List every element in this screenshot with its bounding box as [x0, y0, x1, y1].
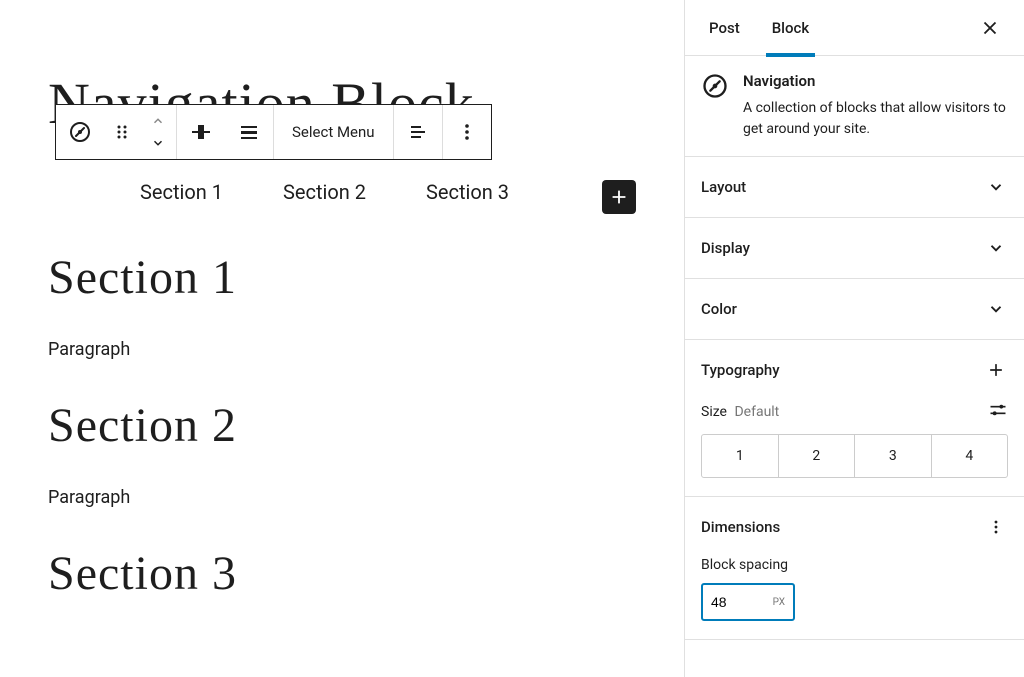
list-view-button[interactable] — [394, 105, 442, 159]
panel-title: Display — [701, 239, 750, 257]
chevron-down-icon — [984, 297, 1008, 321]
close-sidebar-button[interactable] — [970, 8, 1010, 48]
more-options-button[interactable] — [443, 105, 491, 159]
settings-slider-icon[interactable] — [988, 400, 1008, 424]
block-type-icon[interactable] — [56, 105, 104, 159]
paragraph-block[interactable]: Paragraph — [48, 487, 237, 508]
size-default-value: Default — [734, 404, 779, 420]
block-toolbar: Select Menu — [55, 104, 492, 160]
block-spacing-input-wrap[interactable]: PX — [701, 583, 795, 621]
align-button[interactable] — [177, 105, 225, 159]
drag-handle-icon[interactable] — [104, 105, 140, 159]
navigation-block[interactable]: Section 1 Section 2 Section 3 — [48, 180, 509, 204]
panel-title: Dimensions — [701, 518, 780, 536]
size-option[interactable]: 1 — [702, 435, 779, 477]
panel-typography[interactable]: Typography — [685, 340, 1024, 400]
tab-post[interactable]: Post — [693, 0, 756, 56]
chevron-down-icon — [984, 236, 1008, 260]
select-menu-button[interactable]: Select Menu — [274, 105, 393, 159]
unit-label[interactable]: PX — [773, 597, 785, 608]
paragraph-block[interactable]: Paragraph — [48, 339, 237, 360]
block-info-description: A collection of blocks that allow visito… — [743, 98, 1008, 140]
move-up-button[interactable] — [140, 110, 176, 132]
section-heading[interactable]: Section 1 — [48, 250, 237, 305]
navigation-icon — [701, 72, 729, 100]
sidebar-tabs: Post Block — [685, 0, 1024, 56]
panel-display[interactable]: Display — [685, 218, 1024, 278]
size-option[interactable]: 2 — [779, 435, 856, 477]
page-content: Section 1 Paragraph Section 2 Paragraph … — [48, 240, 237, 635]
section-heading[interactable]: Section 2 — [48, 398, 237, 453]
block-spacing-input[interactable] — [711, 594, 755, 610]
size-option-group: 1 2 3 4 — [701, 434, 1008, 478]
block-info-title: Navigation — [743, 72, 1008, 90]
size-option[interactable]: 3 — [855, 435, 932, 477]
block-spacing-label: Block spacing — [701, 557, 1008, 573]
add-block-button[interactable] — [602, 180, 636, 214]
block-info-panel: Navigation A collection of blocks that a… — [685, 56, 1024, 157]
chevron-down-icon — [984, 175, 1008, 199]
settings-sidebar: Post Block Navigation A collection of bl… — [684, 0, 1024, 677]
panel-title: Typography — [701, 361, 780, 379]
nav-link[interactable]: Section 1 — [140, 180, 223, 204]
nav-link[interactable]: Section 3 — [426, 180, 509, 204]
panel-title: Color — [701, 300, 737, 318]
size-option[interactable]: 4 — [932, 435, 1008, 477]
editor-canvas: Navigation Block — [0, 0, 684, 677]
move-down-button[interactable] — [140, 132, 176, 154]
plus-icon[interactable] — [984, 358, 1008, 382]
justify-button[interactable] — [225, 105, 273, 159]
section-heading[interactable]: Section 3 — [48, 546, 237, 601]
panel-color[interactable]: Color — [685, 279, 1024, 339]
panel-title: Layout — [701, 178, 746, 196]
panel-layout[interactable]: Layout — [685, 157, 1024, 217]
panel-dimensions[interactable]: Dimensions — [685, 497, 1024, 557]
size-label: Size Default — [701, 404, 779, 420]
more-vertical-icon[interactable] — [984, 515, 1008, 539]
nav-link[interactable]: Section 2 — [283, 180, 366, 204]
tab-block[interactable]: Block — [756, 0, 825, 56]
